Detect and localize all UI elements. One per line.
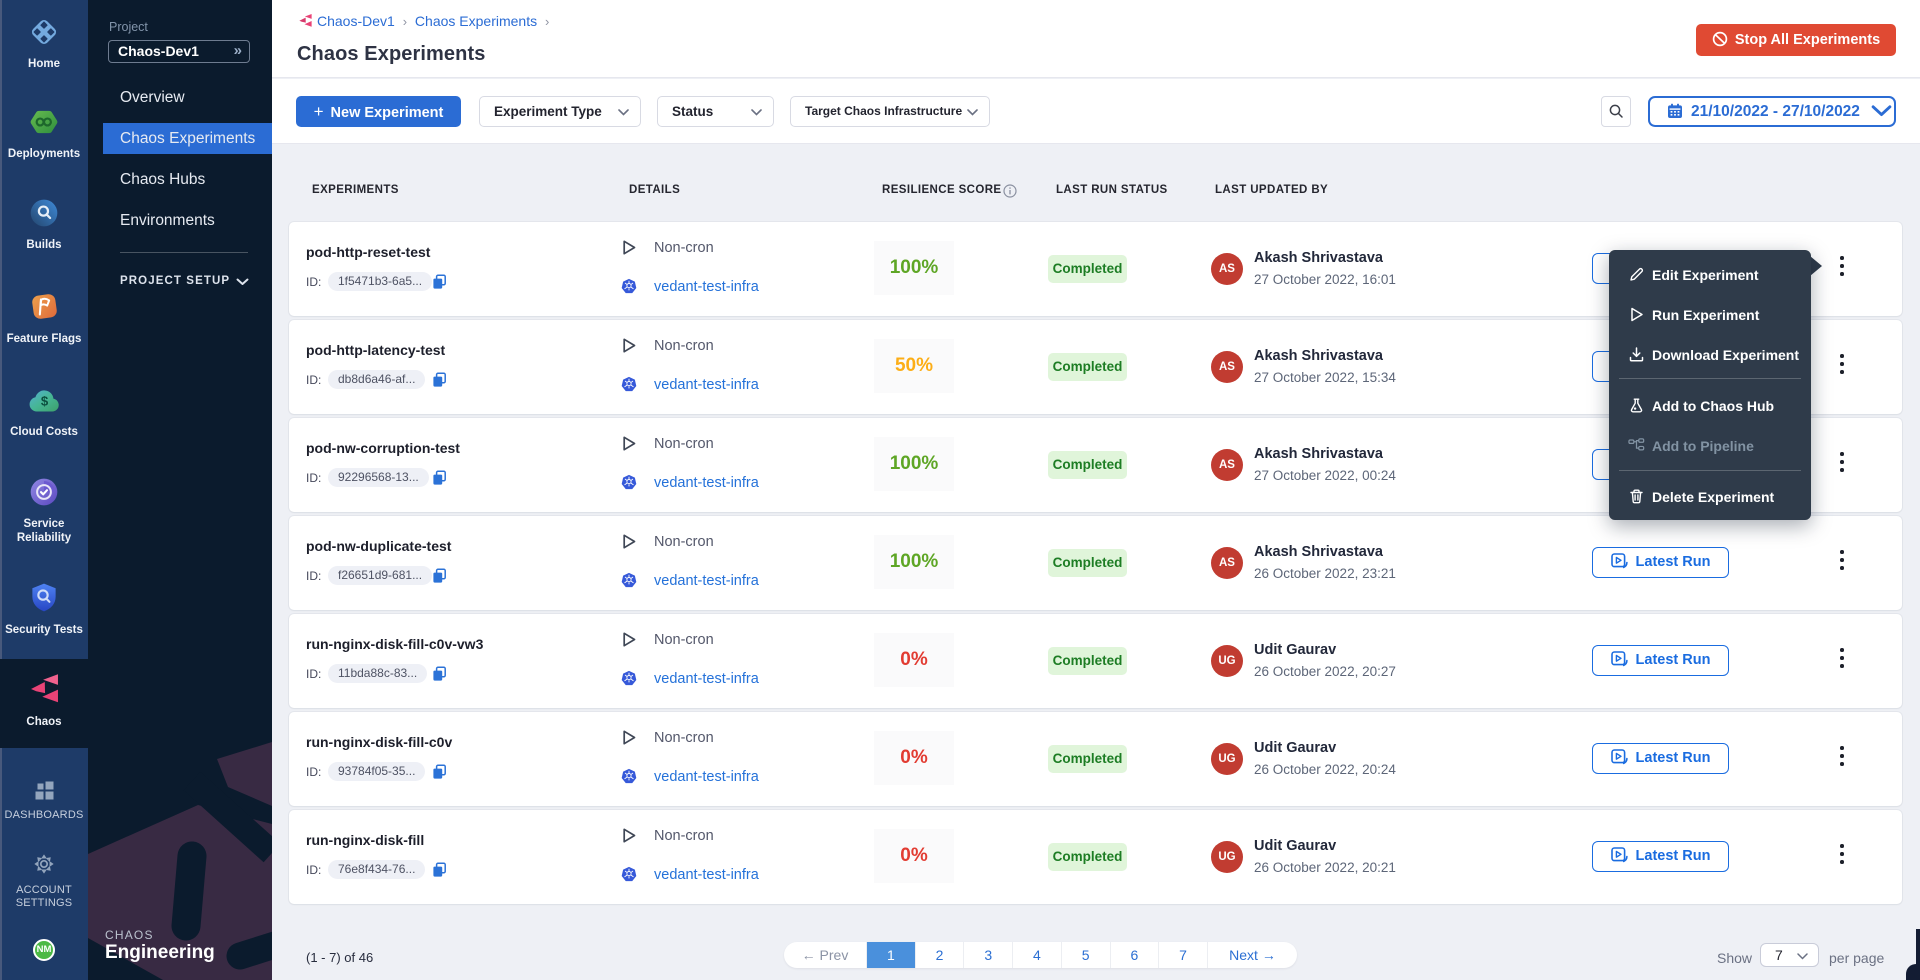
svg-text:$: $ <box>40 393 48 408</box>
